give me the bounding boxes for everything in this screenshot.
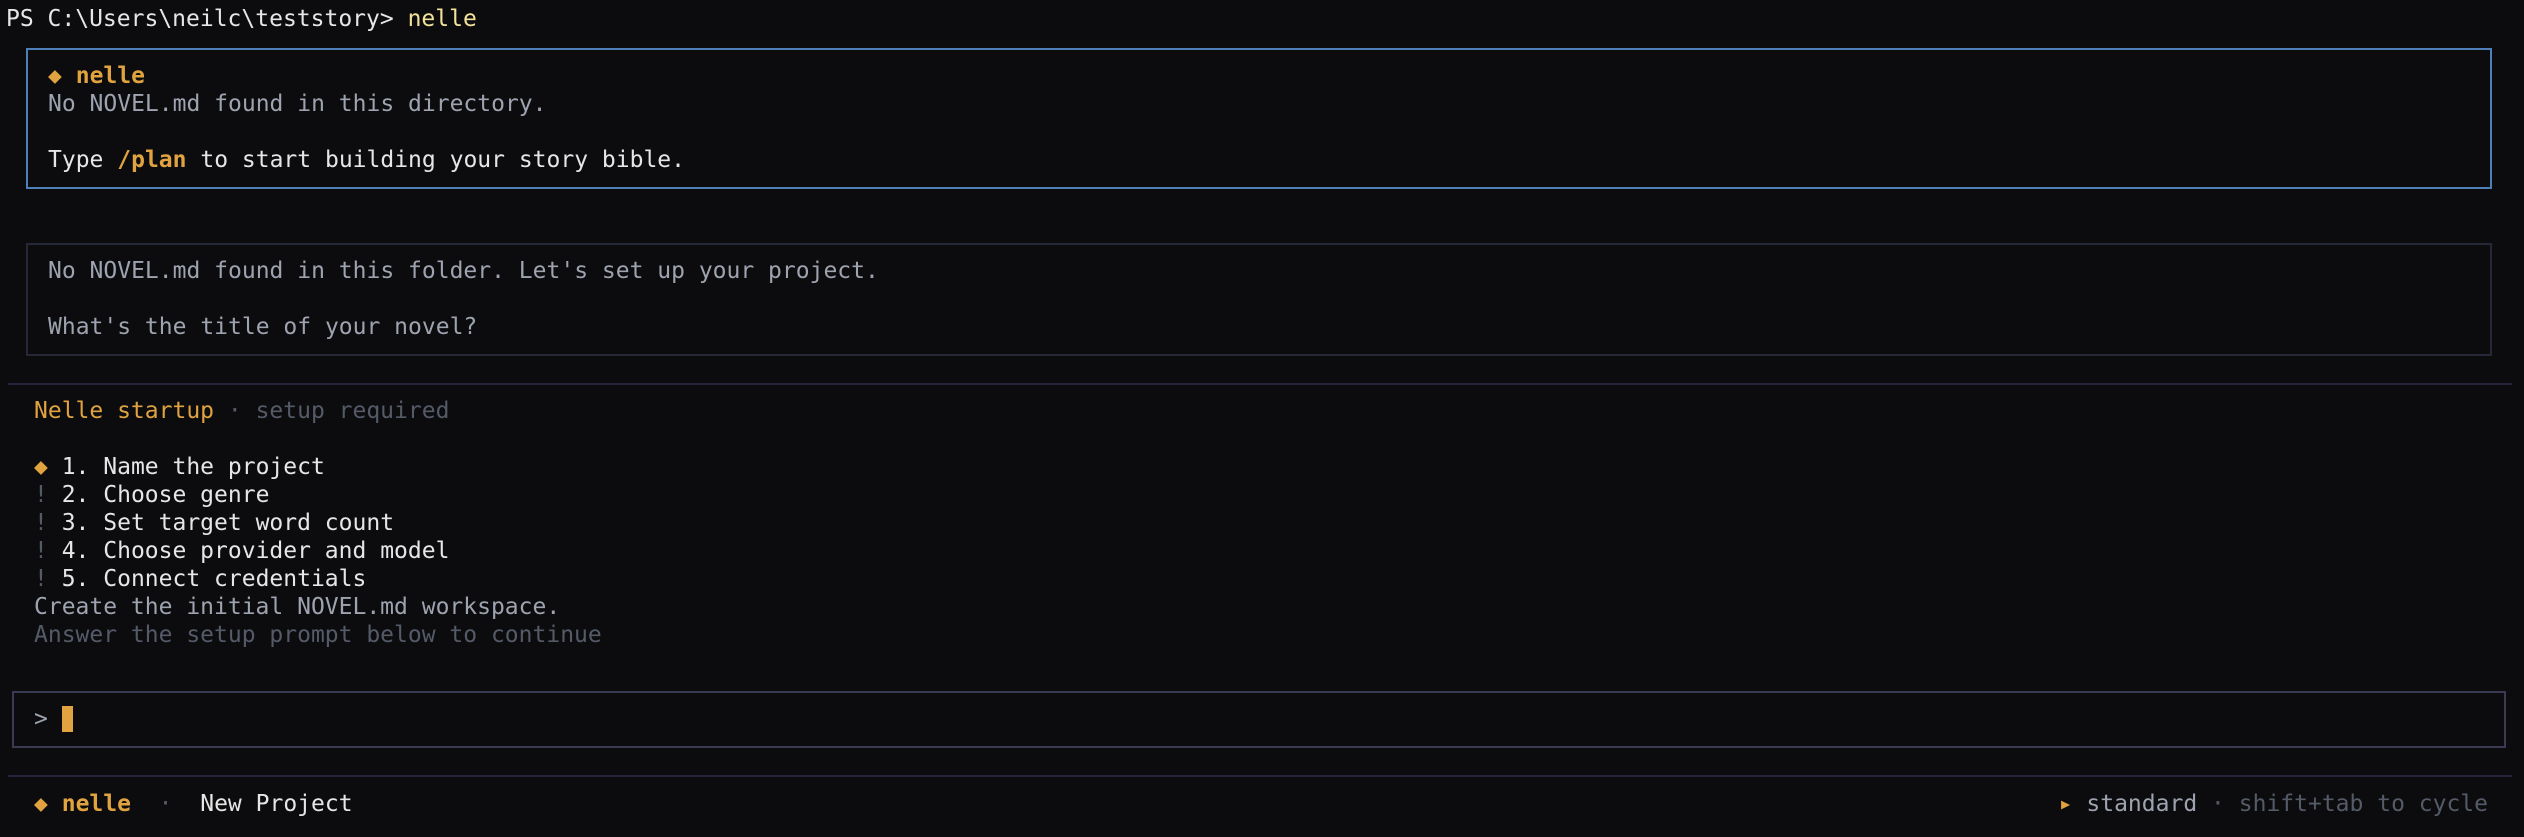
- welcome-app-name: nelle: [75, 63, 145, 89]
- welcome-header: ◆ nelle: [48, 62, 145, 90]
- triangle-right-icon: ▸: [2058, 791, 2073, 817]
- mode-hint: shift+tab to cycle: [2238, 791, 2488, 817]
- diamond-icon: ◆: [34, 454, 48, 480]
- step-label: 3. Set target word count: [47, 510, 395, 536]
- input-prompt-symbol: >: [34, 706, 48, 732]
- step-label: 1. Name the project: [47, 454, 325, 480]
- status-separator: ·: [158, 791, 173, 817]
- startup-status: setup required: [255, 398, 450, 424]
- startup-description: Create the initial NOVEL.md workspace.: [34, 594, 561, 620]
- warning-icon: !: [34, 510, 48, 536]
- startup-header: Nelle startup · setup required: [34, 397, 449, 425]
- warning-icon: !: [34, 566, 48, 592]
- terminal-prompt-line: PS C:\Users\neilc\teststory> nelle: [6, 5, 477, 33]
- step-item-5: ! 5. Connect credentials: [34, 565, 366, 593]
- step-item-1: ◆ 1. Name the project: [34, 453, 325, 481]
- step-item-3: ! 3. Set target word count: [34, 509, 394, 537]
- startup-instruction: Answer the setup prompt below to continu…: [34, 622, 602, 648]
- warning-icon: !: [34, 538, 48, 564]
- status-bar-left: ◆ nelle · New Project: [34, 790, 353, 818]
- setup-message-line1: No NOVEL.md found in this folder. Let's …: [48, 258, 879, 284]
- welcome-hint-prefix: Type: [48, 147, 118, 173]
- welcome-hint-suffix: to start building your story bible.: [186, 147, 685, 173]
- step-item-2: ! 2. Choose genre: [34, 481, 269, 509]
- warning-icon: !: [34, 482, 48, 508]
- status-divider: [8, 775, 2512, 777]
- welcome-message: No NOVEL.md found in this directory.: [48, 91, 547, 117]
- step-label: 4. Choose provider and model: [47, 538, 450, 564]
- setup-question: What's the title of your novel?: [48, 314, 478, 340]
- section-divider: [8, 383, 2512, 385]
- step-item-4: ! 4. Choose provider and model: [34, 537, 449, 565]
- status-app-name: nelle: [61, 791, 131, 817]
- startup-title: Nelle startup: [34, 398, 215, 424]
- diamond-icon: ◆: [48, 63, 62, 89]
- project-name: New Project: [200, 791, 353, 817]
- welcome-hint: Type /plan to start building your story …: [48, 146, 685, 174]
- text-cursor: [62, 706, 73, 732]
- mode-indicator[interactable]: standard: [2086, 791, 2197, 817]
- mode-separator: ·: [2211, 791, 2225, 817]
- plan-command: /plan: [117, 147, 187, 173]
- startup-separator: ·: [214, 398, 256, 424]
- step-label: 5. Connect credentials: [47, 566, 367, 592]
- status-bar-right: ▸ standard · shift+tab to cycle: [2059, 790, 2488, 818]
- step-label: 2. Choose genre: [47, 482, 270, 508]
- diamond-icon: ◆: [34, 791, 48, 817]
- terminal-prompt: PS C:\Users\neilc\teststory>: [6, 6, 408, 32]
- terminal-command: nelle: [407, 6, 477, 32]
- prompt-input-box[interactable]: [12, 691, 2506, 748]
